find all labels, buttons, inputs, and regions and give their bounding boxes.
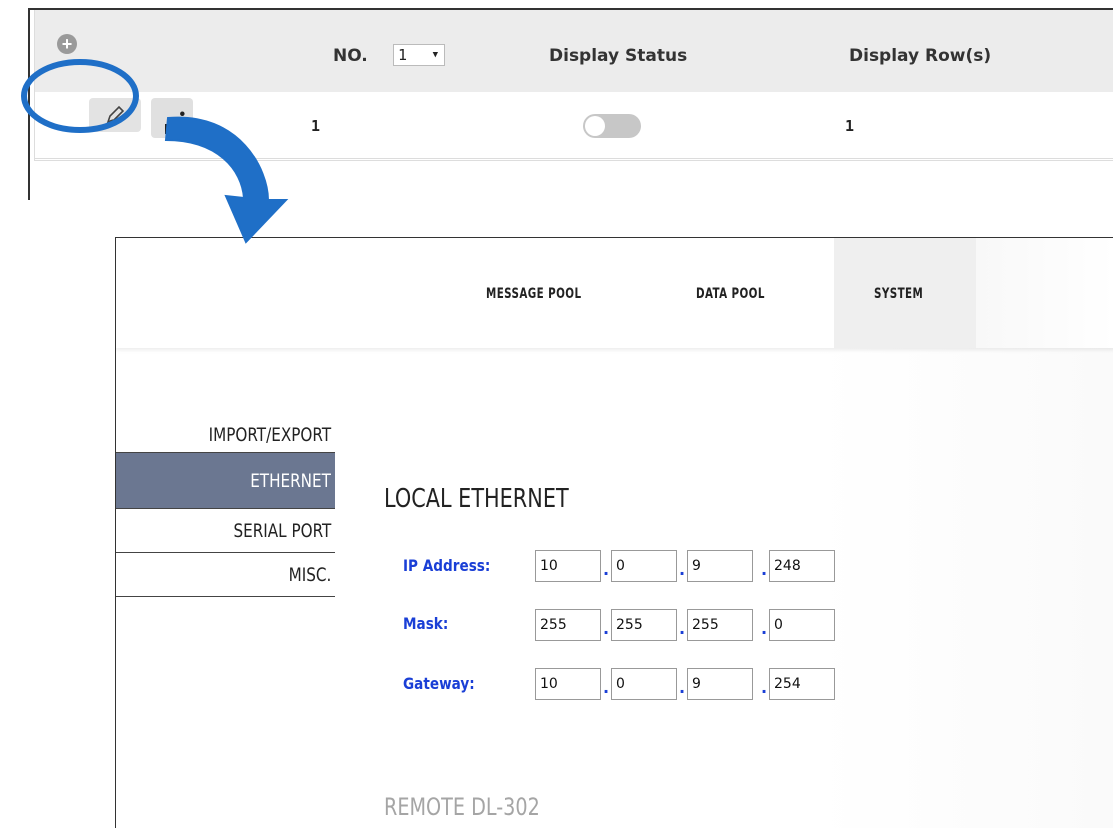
sidebar: IMPORT/EXPORT ETHERNET SERIAL PORT MISC. [116,406,335,597]
section-title: LOCAL ETHERNET [384,484,569,514]
row-no: 1 [311,117,321,135]
nav-message-pool[interactable]: MESSAGE POOL [486,286,581,302]
sidebar-item-misc[interactable]: MISC. [116,553,335,597]
add-icon[interactable]: + [57,34,77,54]
sidebar-item-label: MISC. [288,564,331,586]
ip-octet-4[interactable]: 248 [769,550,835,582]
header-display-rows: Display Row(s) [849,46,992,66]
sidebar-item-label: ETHERNET [250,470,331,492]
table-header: + NO. 1 ▼ Display Status Display Row(s) [35,10,1113,92]
mask-label: Mask: [403,614,449,633]
chevron-down-icon: ▼ [432,50,438,60]
row-display-rows: 1 [845,117,855,135]
edit-button[interactable] [89,98,141,132]
gateway-octet-3[interactable]: 9 [687,668,753,700]
system-settings-screenshot: MESSAGE POOL DATA POOL SYSTEM IMPORT/EXP… [115,237,1113,828]
nav-system[interactable]: SYSTEM [874,286,923,302]
gateway-octet-2[interactable]: 0 [611,668,677,700]
mask-octet-3[interactable]: 255 [687,609,753,641]
ip-octet-1[interactable]: 10 [535,550,601,582]
sidebar-item-label: SERIAL PORT [233,520,331,542]
sidebar-item-serial-port[interactable]: SERIAL PORT [116,509,335,553]
pencil-icon [106,105,125,124]
ip-octet-3[interactable]: 9 [687,550,753,582]
display-status-toggle[interactable] [583,114,641,138]
top-nav: MESSAGE POOL DATA POOL SYSTEM [116,238,1113,348]
no-label: NO. [333,46,368,66]
subsection-title: REMOTE DL-302 [384,793,540,821]
no-select[interactable]: 1 ▼ [393,44,445,66]
info-icon [165,124,175,134]
table-screenshot: + NO. 1 ▼ Display Status Display Row(s) … [28,8,1113,200]
info-button[interactable]: i [151,98,193,138]
gateway-octet-4[interactable]: 254 [769,668,835,700]
header-display-status: Display Status [549,46,688,66]
ip-octet-2[interactable]: 0 [611,550,677,582]
ip-address-label: IP Address: [403,556,491,575]
mask-octet-2[interactable]: 255 [611,609,677,641]
gateway-octet-1[interactable]: 10 [535,668,601,700]
no-select-value: 1 [398,46,408,64]
gateway-label: Gateway: [403,674,475,693]
mask-octet-4[interactable]: 0 [769,609,835,641]
table-row [35,92,1113,159]
mask-octet-1[interactable]: 255 [535,609,601,641]
display-table: + NO. 1 ▼ Display Status Display Row(s) … [34,10,1113,161]
toggle-knob [585,116,605,136]
sidebar-item-ethernet[interactable]: ETHERNET [116,453,335,509]
sidebar-item-import-export[interactable]: IMPORT/EXPORT [116,406,335,453]
nav-data-pool[interactable]: DATA POOL [696,286,765,302]
